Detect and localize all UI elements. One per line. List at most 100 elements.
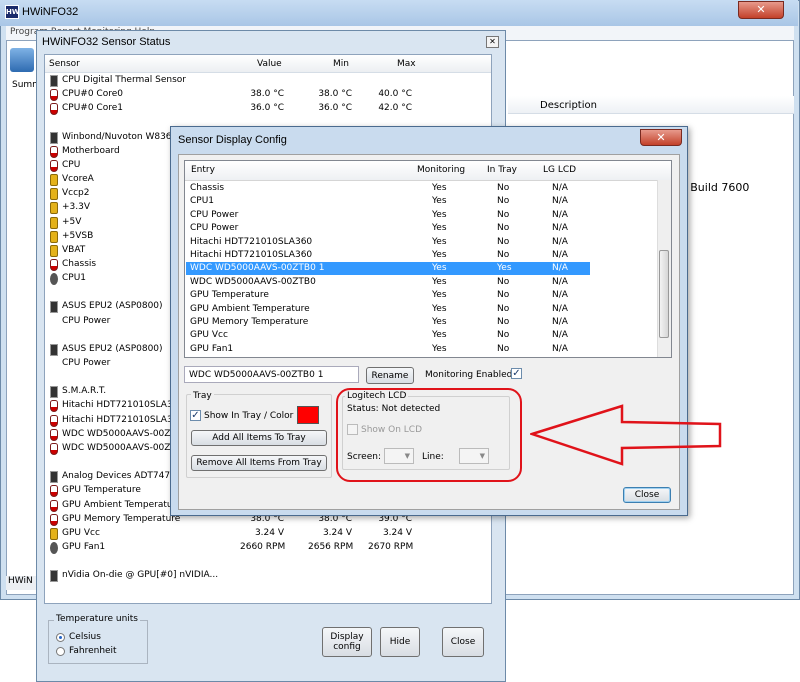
main-titlebar[interactable] <box>0 0 798 26</box>
entry-tray: Yes <box>497 263 512 274</box>
entry-name-input[interactable]: WDC WD5000AAVS-00ZTB0 1 <box>184 366 359 383</box>
col-entry[interactable]: Entry <box>191 165 215 175</box>
entry-tray: No <box>497 196 510 207</box>
fan-icon <box>50 541 58 554</box>
entry-tray: No <box>497 276 510 287</box>
build-text: e Build 7600 <box>680 181 750 194</box>
thermometer-icon <box>50 145 58 158</box>
celsius-radio[interactable] <box>56 633 65 642</box>
thermometer-icon <box>50 499 58 512</box>
sensor-value: 36.0 °C <box>250 103 284 114</box>
highlight-arrow <box>530 404 722 466</box>
entry-monitoring: Yes <box>432 303 447 314</box>
entry-lcd: N/A <box>552 263 568 274</box>
col-min[interactable]: Min <box>333 59 349 69</box>
col-max[interactable]: Max <box>397 59 416 69</box>
monitoring-enabled-label[interactable]: Monitoring Enabled <box>425 370 512 380</box>
entry-row[interactable]: Hitachi HDT721010SLA360 Yes No N/A <box>186 236 590 249</box>
chip-icon <box>50 471 58 484</box>
col-value[interactable]: Value <box>257 59 282 69</box>
sensor-row[interactable]: nVidia On-die @ GPU[#0] nVIDIA... <box>46 569 490 583</box>
sensor-value: 3.24 V <box>254 527 284 538</box>
sensor-row[interactable] <box>46 555 490 569</box>
sensor-value: 2660 RPM <box>240 541 286 552</box>
sensor-name: CPU Digital Thermal Sensor <box>62 75 186 85</box>
entry-monitoring: Yes <box>432 196 447 207</box>
app-icon: HW <box>5 5 20 19</box>
entry-lcd: N/A <box>552 196 568 207</box>
sensor-row[interactable]: GPU Vcc 3.24 V 3.24 V 3.24 V <box>46 527 490 541</box>
entry-row[interactable]: Hitachi HDT721010SLA360 Yes No N/A <box>186 249 590 262</box>
entry-row[interactable]: GPU Temperature Yes No N/A <box>186 289 590 302</box>
entry-tray: No <box>497 303 510 314</box>
entry-row[interactable]: Chassis Yes No N/A <box>186 182 590 195</box>
config-close-button[interactable]: Close <box>623 487 671 503</box>
entry-row[interactable]: WDC WD5000AAVS-00ZTB0 1 Yes Yes N/A <box>186 262 590 276</box>
summary-icon[interactable] <box>10 48 34 72</box>
thermometer-icon <box>50 414 58 427</box>
voltage-icon <box>50 244 58 257</box>
entry-monitoring: Yes <box>432 276 447 287</box>
col-in-tray[interactable]: In Tray <box>487 165 517 175</box>
hide-button[interactable]: Hide <box>380 627 420 657</box>
entry-tray: No <box>497 236 510 247</box>
sensor-row[interactable]: CPU Digital Thermal Sensor <box>46 74 490 88</box>
monitoring-enabled-checkbox[interactable]: ✓ <box>511 368 522 379</box>
sensor-min: 38.0 °C <box>318 89 352 100</box>
add-all-to-tray-button[interactable]: Add All Items To Tray <box>191 430 327 446</box>
rename-button[interactable]: Rename <box>366 367 414 384</box>
entry-row[interactable]: CPU Power Yes No N/A <box>186 222 590 235</box>
entry-row[interactable]: CPU Power Yes No N/A <box>186 209 590 222</box>
entry-entry: GPU Fan1 <box>190 343 234 354</box>
entry-lcd: N/A <box>552 223 568 234</box>
fahrenheit-label[interactable]: Fahrenheit <box>69 646 117 656</box>
entry-row[interactable]: CPU1 Yes No N/A <box>186 195 590 208</box>
thermometer-icon <box>50 400 58 413</box>
fan-icon <box>50 273 58 286</box>
sensor-name: WDC WD5000AAVS-00ZT <box>62 442 176 453</box>
config-close-icon[interactable]: ✕ <box>640 129 682 146</box>
sensor-max: 3.24 V <box>382 527 412 538</box>
fahrenheit-radio[interactable] <box>56 647 65 656</box>
entry-monitoring: Yes <box>432 223 447 234</box>
sensor-name: nVidia On-die @ GPU[#0] nVIDIA... <box>62 570 219 581</box>
sensor-close-icon[interactable]: ✕ <box>486 36 499 48</box>
entry-tray: No <box>497 317 510 327</box>
sensor-row[interactable]: CPU#0 Core0 38.0 °C 38.0 °C 40.0 °C <box>46 88 490 102</box>
chip-icon <box>50 386 58 399</box>
sensor-name: CPU Power <box>62 358 111 368</box>
entry-tray: No <box>497 330 510 341</box>
col-monitoring[interactable]: Monitoring <box>417 165 465 175</box>
sensor-min: 36.0 °C <box>318 103 352 114</box>
description-header-label: Description <box>540 100 597 111</box>
tray-color-swatch[interactable] <box>297 406 319 424</box>
main-close-button[interactable]: ✕ <box>738 1 784 19</box>
col-lg-lcd[interactable]: LG LCD <box>543 165 576 175</box>
sensor-row[interactable]: GPU Fan1 2660 RPM 2656 RPM 2670 RPM <box>46 541 490 555</box>
sensor-name: ASUS EPU2 (ASP0800) <box>62 343 163 354</box>
celsius-label[interactable]: Celsius <box>69 632 101 642</box>
show-in-tray-label[interactable]: Show In Tray / Color <box>204 411 293 421</box>
sensor-name: +5V <box>62 216 82 227</box>
arrow-shape <box>530 404 722 466</box>
entry-row[interactable]: GPU Vcc Yes No N/A <box>186 329 590 342</box>
entry-entry: GPU Ambient Temperature <box>190 303 310 314</box>
thermometer-icon <box>50 442 58 455</box>
chip-icon <box>50 131 58 144</box>
col-sensor[interactable]: Sensor <box>49 59 80 69</box>
show-in-tray-checkbox[interactable]: ✓ <box>190 410 201 421</box>
sensor-name: Vccp2 <box>62 188 90 199</box>
entry-monitoring: Yes <box>432 317 447 327</box>
sensor-close-button[interactable]: Close <box>442 627 484 657</box>
entry-row[interactable]: GPU Fan1 Yes No N/A <box>186 343 590 356</box>
sensor-name: VBAT <box>62 244 86 255</box>
entry-row[interactable]: GPU Memory Temperature Yes No N/A <box>186 316 590 329</box>
entry-entry: CPU Power <box>190 209 239 220</box>
remove-all-from-tray-button[interactable]: Remove All Items From Tray <box>191 455 327 471</box>
display-config-button[interactable]: Display config <box>322 627 372 657</box>
entry-row[interactable]: GPU Ambient Temperature Yes No N/A <box>186 303 590 316</box>
sensor-min: 2656 RPM <box>308 541 354 552</box>
sensor-row[interactable]: CPU#0 Core1 36.0 °C 36.0 °C 42.0 °C <box>46 102 490 116</box>
entry-row[interactable]: WDC WD5000AAVS-00ZTB0 Yes No N/A <box>186 276 590 289</box>
scrollbar-thumb[interactable] <box>659 250 669 338</box>
